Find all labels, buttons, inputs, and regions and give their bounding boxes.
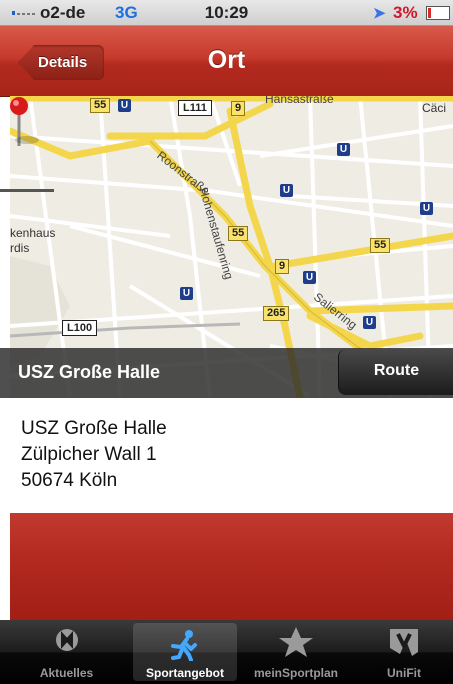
address-city: 50674 Köln bbox=[21, 470, 118, 491]
road-shield-l100: L100 bbox=[62, 320, 98, 336]
poi-label-krankenhaus-2: rdis bbox=[10, 241, 30, 255]
battery-percent: 3% bbox=[393, 3, 418, 22]
unifit-icon bbox=[390, 629, 418, 656]
map-pin-icon[interactable] bbox=[10, 96, 40, 148]
location-arrow-icon: ➤ bbox=[373, 5, 386, 22]
ubahn-icon: U bbox=[303, 271, 316, 284]
route-shield-9: 9 bbox=[231, 101, 246, 116]
street-label-hansastrasse: Hansastraße bbox=[265, 96, 334, 106]
runner-icon bbox=[171, 630, 197, 661]
ubahn-icon: U bbox=[337, 143, 350, 156]
navigation-bar: Details Ort bbox=[0, 26, 453, 97]
route-shield-55-b: 55 bbox=[228, 226, 249, 241]
battery-icon bbox=[426, 6, 450, 20]
area-label-caci: Cäci bbox=[422, 101, 447, 115]
map-zoom-handle[interactable] bbox=[0, 189, 54, 192]
route-shield-55-c: 55 bbox=[370, 238, 391, 253]
footer-banner bbox=[10, 513, 453, 620]
ubahn-icon: U bbox=[420, 202, 433, 215]
route-button[interactable]: Route bbox=[338, 349, 453, 395]
ubahn-icon: U bbox=[180, 287, 193, 300]
ubahn-icon: U bbox=[280, 184, 293, 197]
ubahn-icon: U bbox=[118, 99, 131, 112]
address-name: USZ Große Halle bbox=[21, 418, 167, 439]
tab-label: meinSportplan bbox=[253, 666, 338, 680]
star-icon bbox=[279, 627, 313, 657]
route-shield-9-b: 9 bbox=[275, 259, 290, 274]
tab-label: Sportangebot bbox=[146, 666, 224, 680]
address-block: USZ Große Halle Zülpicher Wall 1 50674 K… bbox=[21, 416, 167, 494]
tab-bar: Aktuelles Sportangebot meinSportplan Uni… bbox=[0, 620, 453, 684]
location-title: USZ Große Halle bbox=[18, 362, 161, 382]
poi-label-krankenhaus: kenhaus bbox=[10, 226, 56, 240]
route-shield-265: 265 bbox=[263, 306, 290, 321]
tab-unifit[interactable]: UniFit bbox=[355, 620, 453, 684]
tab-label: UniFit bbox=[387, 666, 421, 680]
route-shield-55: 55 bbox=[90, 98, 111, 113]
tab-aktuelles[interactable]: Aktuelles bbox=[0, 620, 133, 684]
logo-icon bbox=[55, 629, 78, 651]
ubahn-icon: U bbox=[363, 316, 376, 329]
tab-label: Aktuelles bbox=[39, 666, 94, 680]
tab-sportangebot[interactable]: Sportangebot bbox=[133, 623, 237, 681]
road-shield-l111: L111 bbox=[178, 100, 212, 116]
address-street: Zülpicher Wall 1 bbox=[21, 444, 157, 465]
page-title: Ort bbox=[207, 46, 246, 74]
tab-meinsportplan[interactable]: meinSportplan bbox=[237, 620, 355, 684]
status-bar: o2-de 3G 10:29 ➤ 3% bbox=[0, 0, 453, 26]
